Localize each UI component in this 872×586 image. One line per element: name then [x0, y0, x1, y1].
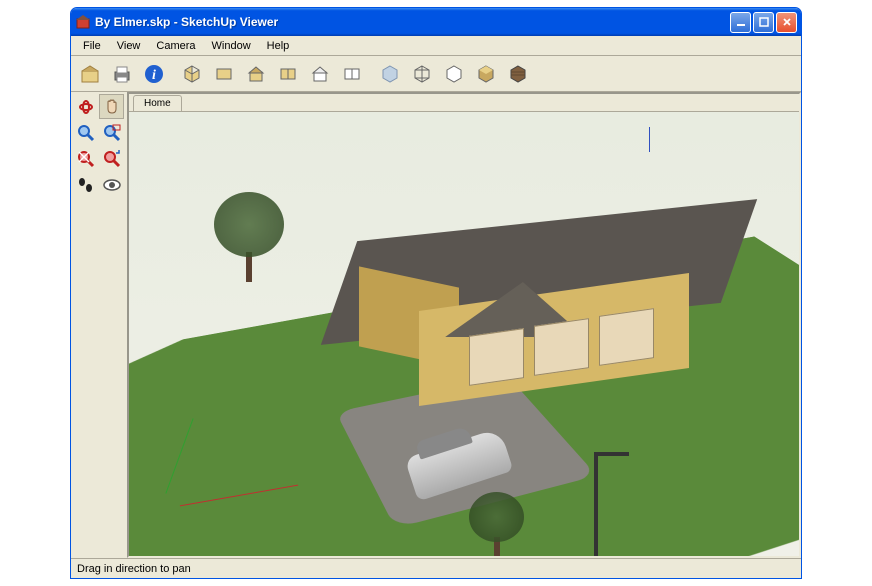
- front-view-button[interactable]: [241, 59, 271, 89]
- scene-3d-model: [129, 112, 799, 556]
- shaded-button[interactable]: [471, 59, 501, 89]
- status-text: Drag in direction to pan: [77, 563, 191, 575]
- menubar: File View Camera Window Help: [71, 36, 801, 56]
- workspace: Home: [71, 92, 801, 558]
- iso-view-button[interactable]: [177, 59, 207, 89]
- print-button[interactable]: [107, 59, 137, 89]
- wireframe-button[interactable]: [407, 59, 437, 89]
- statusbar: Drag in direction to pan: [71, 558, 801, 578]
- menu-file[interactable]: File: [75, 38, 109, 54]
- window-title: By Elmer.skp - SketchUp Viewer: [95, 15, 730, 29]
- shaded-textures-button[interactable]: [503, 59, 533, 89]
- hidden-line-button[interactable]: [439, 59, 469, 89]
- menu-view[interactable]: View: [109, 38, 149, 54]
- pan-button[interactable]: [99, 94, 124, 119]
- menu-help[interactable]: Help: [259, 38, 298, 54]
- zoom-button[interactable]: [73, 120, 98, 145]
- look-around-button[interactable]: [99, 172, 124, 197]
- svg-text:i: i: [152, 68, 156, 83]
- back-view-button[interactable]: [305, 59, 335, 89]
- right-view-button[interactable]: [273, 59, 303, 89]
- maximize-button[interactable]: [753, 12, 774, 33]
- app-icon: [75, 14, 91, 30]
- orbit-button[interactable]: [73, 94, 98, 119]
- zoom-window-button[interactable]: [99, 120, 124, 145]
- menu-window[interactable]: Window: [204, 38, 259, 54]
- walk-button[interactable]: [73, 172, 98, 197]
- window-controls: [730, 12, 797, 33]
- app-window: By Elmer.skp - SketchUp Viewer File View…: [70, 7, 802, 579]
- top-view-button[interactable]: [209, 59, 239, 89]
- xray-button[interactable]: [375, 59, 405, 89]
- left-view-button[interactable]: [337, 59, 367, 89]
- close-button[interactable]: [776, 12, 797, 33]
- titlebar[interactable]: By Elmer.skp - SketchUp Viewer: [71, 8, 801, 36]
- scene-tabs: Home: [129, 94, 799, 112]
- zoom-extents-button[interactable]: [73, 146, 98, 171]
- zoom-previous-button[interactable]: [99, 146, 124, 171]
- minimize-button[interactable]: [730, 12, 751, 33]
- viewport-area: Home: [127, 92, 801, 558]
- side-toolbar: [71, 92, 127, 558]
- scene-tab-home[interactable]: Home: [133, 95, 182, 111]
- main-toolbar: i: [71, 56, 801, 92]
- info-button[interactable]: i: [139, 59, 169, 89]
- menu-camera[interactable]: Camera: [148, 38, 203, 54]
- viewport-3d[interactable]: [129, 112, 799, 556]
- open-button[interactable]: [75, 59, 105, 89]
